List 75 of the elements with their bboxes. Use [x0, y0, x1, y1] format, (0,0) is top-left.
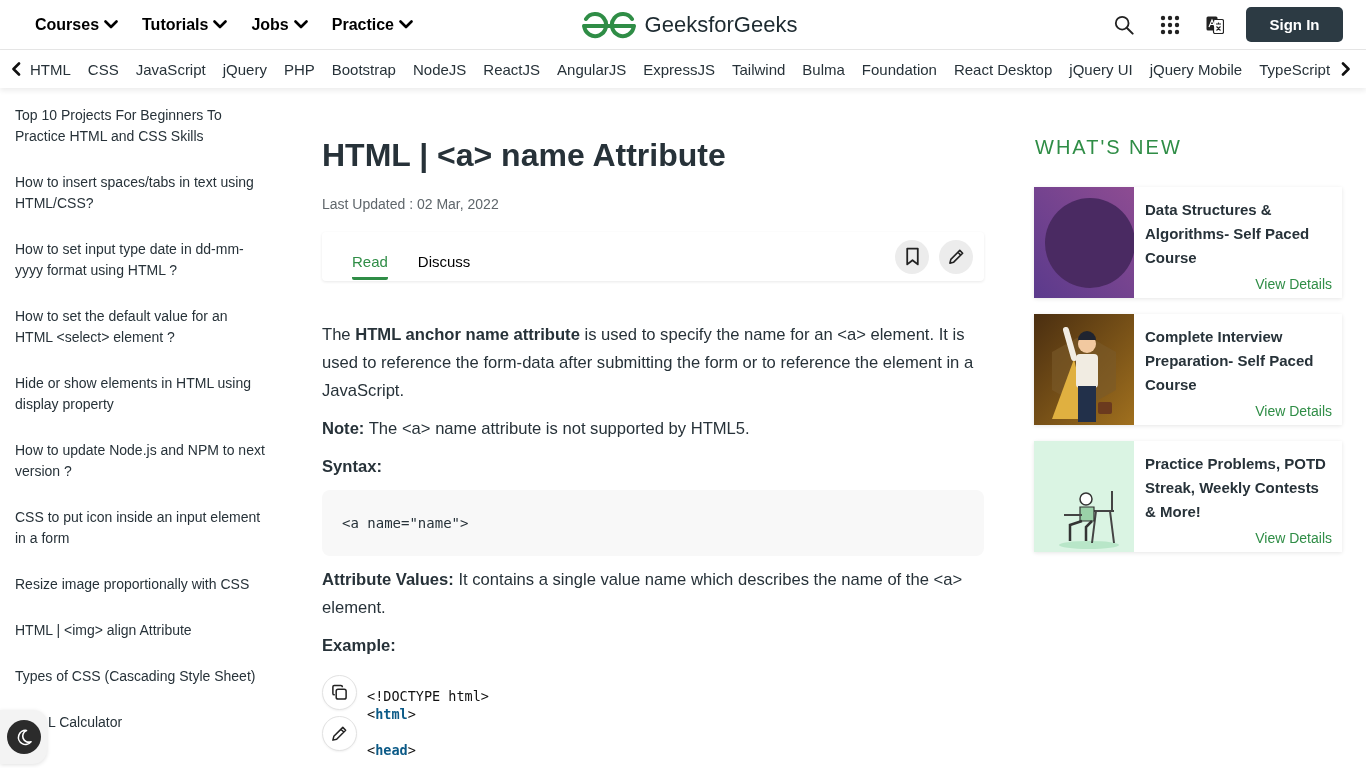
sidebar-link[interactable]: CSS to put icon inside an input element in a form — [15, 507, 265, 549]
chevron-down-icon — [399, 20, 413, 29]
translate-icon[interactable] — [1206, 15, 1224, 34]
last-updated-text: Last Updated : 02 Mar, 2022 — [322, 195, 500, 214]
chevron-right-icon[interactable] — [1341, 62, 1352, 76]
sidebar-link[interactable]: How to update Node.js and NPM to next version ? — [15, 440, 265, 482]
topic-link[interactable]: Foundation — [861, 60, 937, 78]
view-details-link[interactable]: View Details — [1255, 530, 1332, 546]
sidebar-link[interactable]: How to set the default value for an HTML <select> element ? — [15, 306, 265, 348]
course-title: Data Structures & Algorithms- Self Paced Course — [1145, 200, 1311, 268]
apps-grid-icon[interactable] — [1160, 14, 1180, 35]
pencil-icon — [331, 725, 348, 742]
copy-icon — [331, 684, 348, 701]
course-card[interactable]: Practice Problems, POTD Streak, Weekly Contests & More! View Details — [1034, 441, 1342, 552]
topic-link[interactable]: PHP — [283, 60, 315, 78]
course-title: Practice Problems, POTD Streak, Weekly Contests & More! — [1145, 454, 1327, 522]
nav-menu-button[interactable]: Jobs — [251, 15, 308, 34]
paragraph: Attribute Values: It contains a single value name which describes the name of the <a> element. — [322, 569, 964, 619]
topic-link[interactable]: React Desktop — [953, 60, 1053, 78]
view-details-link[interactable]: View Details — [1255, 403, 1332, 419]
article-tab[interactable]: Discuss — [417, 252, 471, 280]
sidebar-link[interactable]: Types of CSS (Cascading Style Sheet) — [15, 666, 265, 687]
nav-menu-button[interactable]: Tutorials — [142, 15, 228, 34]
chevron-down-icon — [104, 20, 119, 29]
topic-link[interactable]: ReactJS — [483, 60, 541, 78]
topic-link[interactable]: TypeScript — [1259, 60, 1331, 78]
topic-link[interactable]: jQuery Mobile — [1149, 60, 1243, 78]
sidebar-link[interactable]: How to set input type date in dd-mm-yyyy format using HTML ? — [15, 239, 265, 281]
topic-link[interactable]: jQuery — [222, 60, 267, 78]
topic-link[interactable]: Bulma — [802, 60, 845, 78]
topic-link[interactable]: Bootstrap — [331, 60, 396, 78]
edit-button[interactable] — [939, 239, 973, 274]
code-text: <a name="name"> — [342, 515, 469, 531]
nav-menu-button[interactable]: Practice — [331, 15, 413, 34]
sidebar-link[interactable]: L Calculator — [48, 712, 123, 733]
moon-icon — [7, 720, 41, 754]
section-heading: WHAT'S NEW — [1035, 135, 1183, 159]
topic-link[interactable]: AngularJS — [557, 60, 627, 78]
paragraph: The HTML anchor name attribute is used to specify the name for an <a> element. It is used to reference the form-data after submitting the form or to reference the element in a JavaScript. — [322, 324, 975, 402]
theme-toggle-button[interactable] — [0, 710, 47, 764]
code-listing: <!DOCTYPE html> <html> <head> — [367, 687, 489, 759]
sidebar-link[interactable]: How to insert spaces/tabs in text using HTML/CSS? — [15, 172, 265, 214]
section-heading: Syntax: — [322, 456, 383, 478]
nav-menu-button[interactable]: Courses — [35, 15, 119, 34]
sidebar-link[interactable]: Hide or show elements in HTML using display property — [15, 373, 265, 415]
chevron-down-icon — [213, 20, 228, 29]
pencil-icon — [947, 247, 965, 266]
sidebar-link[interactable]: Resize image proportionally with CSS — [15, 574, 265, 595]
edit-code-button[interactable] — [322, 716, 357, 751]
paragraph: Note: The <a> name attribute is not supported by HTML5. — [322, 418, 751, 440]
topic-link[interactable]: jQuery UI — [1069, 60, 1133, 78]
home-logo-link[interactable]: GeeksforGeeks — [580, 10, 798, 39]
logo-icon — [580, 10, 637, 39]
search-icon[interactable] — [1114, 14, 1134, 35]
copy-code-button[interactable] — [322, 675, 357, 710]
topic-link[interactable]: NodeJS — [412, 60, 467, 78]
article-title: HTML | <a> name Attribute — [322, 136, 727, 175]
sidebar-link[interactable]: HTML | <img> align Attribute — [15, 620, 265, 641]
chevron-down-icon — [293, 20, 308, 29]
course-card[interactable]: Complete Interview Preparation- Self Paced Course View Details — [1034, 314, 1342, 425]
topic-link[interactable]: Tailwind — [731, 60, 786, 78]
bookmark-icon — [903, 247, 921, 266]
course-card[interactable]: Data Structures & Algorithms- Self Paced Course View Details — [1034, 187, 1342, 298]
topic-link[interactable]: CSS — [87, 60, 119, 78]
view-details-link[interactable]: View Details — [1255, 276, 1332, 292]
topic-link[interactable]: HTML — [30, 60, 71, 78]
course-title: Complete Interview Preparation- Self Paced Course — [1145, 327, 1315, 395]
sidebar-link[interactable]: Top 10 Projects For Beginners To Practice HTML and CSS Skills — [15, 105, 265, 147]
article-tab[interactable]: Read — [352, 252, 388, 280]
topic-link[interactable]: JavaScript — [135, 60, 206, 78]
section-heading: Example: — [322, 635, 397, 657]
chevron-left-icon[interactable] — [11, 62, 21, 76]
topic-link[interactable]: ExpressJS — [643, 60, 715, 78]
bookmark-button[interactable] — [895, 239, 929, 274]
sign-in-button[interactable]: Sign In — [1246, 7, 1343, 42]
